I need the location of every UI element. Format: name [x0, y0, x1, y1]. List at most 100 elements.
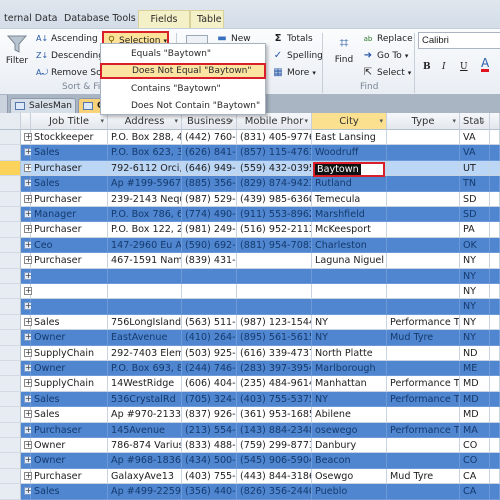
record-selector[interactable] — [0, 207, 21, 223]
cell-type[interactable] — [387, 407, 460, 423]
cell-next[interactable] — [490, 237, 500, 254]
cell-mobile[interactable]: (443) 844-3186 — [237, 468, 312, 485]
tab-external-data[interactable]: ternal Data — [0, 10, 64, 28]
cell-business[interactable]: (833) 488-4 — [182, 438, 237, 454]
cell-state[interactable]: VA — [460, 145, 490, 161]
cell-next[interactable] — [490, 484, 500, 500]
cell-type[interactable] — [387, 145, 460, 161]
cell-mobile[interactable]: (829) 874-9423 — [237, 176, 312, 192]
record-selector[interactable] — [0, 391, 21, 408]
cell-city[interactable]: North Platte — [312, 345, 387, 361]
cell-mobile[interactable] — [237, 253, 312, 269]
cell-business[interactable] — [182, 284, 237, 300]
cell-mobile[interactable]: (545) 906-5904 — [237, 453, 312, 469]
cell-next[interactable] — [490, 407, 500, 423]
record-selector[interactable] — [0, 299, 21, 315]
cell-next[interactable] — [490, 191, 500, 207]
cell-state[interactable]: CA — [460, 484, 490, 500]
cell-business[interactable]: (839) 431-7 — [182, 253, 237, 269]
cell-city[interactable]: Marlborough — [312, 361, 387, 377]
cell-city[interactable] — [312, 299, 387, 315]
cell-address[interactable] — [108, 299, 182, 315]
cell-mobile[interactable]: (235) 484-9614 — [237, 376, 312, 392]
cell-state[interactable]: NY — [460, 314, 490, 331]
cell-next[interactable] — [490, 207, 500, 223]
table-row[interactable]: + NY — [0, 299, 500, 315]
column-header-mobile-phone[interactable]: Mobile Phor ▾ — [237, 113, 312, 130]
table-row[interactable]: + Purchaser 145Avenue (213) 554-5 (143) 884-… — [0, 422, 500, 438]
cell-job[interactable]: Purchaser — [31, 191, 108, 207]
cell-type[interactable] — [387, 207, 460, 223]
record-selector[interactable] — [0, 145, 21, 161]
table-row[interactable]: + SupplyChain 14WestRidge (606) 404-6 (235) … — [0, 376, 500, 392]
cell-business[interactable]: (885) 356-3 — [182, 176, 237, 192]
table-row[interactable]: + Sales Ap #499-2259 L (356) 440-2 (826) 356… — [0, 484, 500, 500]
cell-business[interactable] — [182, 299, 237, 315]
cell-city[interactable]: NY — [312, 391, 387, 408]
cell-city[interactable]: Temecula — [312, 191, 387, 207]
cell-next[interactable] — [490, 422, 500, 438]
chevron-down-icon[interactable]: ▾ — [379, 113, 383, 129]
cell-state[interactable]: OK — [460, 237, 490, 254]
record-selector[interactable] — [0, 314, 21, 331]
cell-type[interactable]: Performance T — [387, 422, 460, 438]
cell-address[interactable]: 536CrystalRd — [108, 391, 182, 408]
table-row[interactable]: + Sales 536CrystalRd (705) 324-6 (403) 755-5… — [0, 391, 500, 408]
cell-address[interactable]: 786-874 Varius — [108, 438, 182, 454]
cell-type[interactable] — [387, 299, 460, 315]
cell-type[interactable] — [387, 284, 460, 300]
cell-job[interactable]: Ceo — [31, 237, 108, 254]
cell-address[interactable]: 14WestRidge — [108, 376, 182, 392]
replace-button[interactable]: ab Replace — [362, 31, 413, 47]
cell-city[interactable]: Danbury — [312, 438, 387, 454]
cell-address[interactable]: 145Avenue — [108, 422, 182, 438]
cell-business[interactable]: (981) 249-9 — [182, 222, 237, 238]
cell-city[interactable] — [312, 268, 387, 284]
table-row[interactable]: + Stockkeeper P.O. Box 288, 4 (442) 760-4 (8… — [0, 130, 500, 146]
cell-job[interactable]: Owner — [31, 361, 108, 377]
column-header-next[interactable] — [490, 113, 500, 130]
table-row[interactable]: + Ceo 147-2960 Eu Av (590) 692-1 (881) 954-7… — [0, 237, 500, 254]
cell-city[interactable] — [312, 284, 387, 300]
cell-job[interactable]: SupplyChain — [31, 376, 108, 392]
cell-state[interactable]: CA — [460, 468, 490, 485]
cell-state[interactable]: NY — [460, 299, 490, 315]
cell-type[interactable]: Performance T — [387, 391, 460, 408]
cell-city[interactable]: East Lansing — [312, 130, 387, 146]
cell-type[interactable] — [387, 130, 460, 146]
cell-job[interactable]: Owner — [31, 330, 108, 346]
cell-address[interactable]: P.O. Box 122, 2 — [108, 222, 182, 238]
cell-next[interactable] — [490, 130, 500, 146]
cell-job[interactable]: Stockkeeper — [31, 130, 108, 146]
record-selector[interactable] — [0, 438, 21, 454]
menu-item-equals[interactable]: Equals "Baytown" — [101, 46, 265, 62]
cell-job[interactable]: Manager — [31, 207, 108, 223]
cell-state[interactable]: MD — [460, 376, 490, 392]
cell-mobile[interactable] — [237, 268, 312, 284]
table-row[interactable]: + SupplyChain 292-7403 Elem (503) 925-3 (616… — [0, 345, 500, 361]
table-row[interactable]: + Purchaser 792-6112 Orci, . (646) 949-0 (55… — [0, 160, 500, 177]
cell-next[interactable] — [490, 284, 500, 300]
cell-state[interactable]: NY — [460, 253, 490, 269]
record-selector[interactable] — [0, 176, 21, 192]
record-selector[interactable] — [0, 284, 21, 300]
record-selector[interactable] — [0, 345, 21, 361]
column-header-city[interactable]: City ▾ — [312, 113, 387, 130]
table-row[interactable]: + NY — [0, 284, 500, 300]
table-row[interactable]: + Purchaser P.O. Box 122, 2 (981) 249-9 (516… — [0, 222, 500, 238]
cell-mobile[interactable]: (881) 954-7083 — [237, 237, 312, 254]
cell-address[interactable]: 292-7403 Elem — [108, 345, 182, 361]
cell-business[interactable]: (403) 755-5 — [182, 468, 237, 485]
cell-mobile[interactable] — [237, 284, 312, 300]
cell-city[interactable]: Laguna Niguel — [312, 253, 387, 269]
cell-next[interactable] — [490, 376, 500, 392]
cell-job[interactable]: Sales — [31, 407, 108, 423]
cell-business[interactable]: (244) 746-2 — [182, 361, 237, 377]
spelling-button[interactable]: ✓ Spelling — [272, 48, 323, 64]
record-selector[interactable] — [0, 376, 21, 392]
find-button[interactable]: ⌗ Find — [330, 33, 358, 73]
cell-state[interactable]: TN — [460, 176, 490, 192]
column-header-type[interactable]: Type ▾ — [387, 113, 460, 130]
record-selector[interactable] — [0, 422, 21, 438]
tab-fields[interactable]: Fields — [138, 10, 190, 28]
